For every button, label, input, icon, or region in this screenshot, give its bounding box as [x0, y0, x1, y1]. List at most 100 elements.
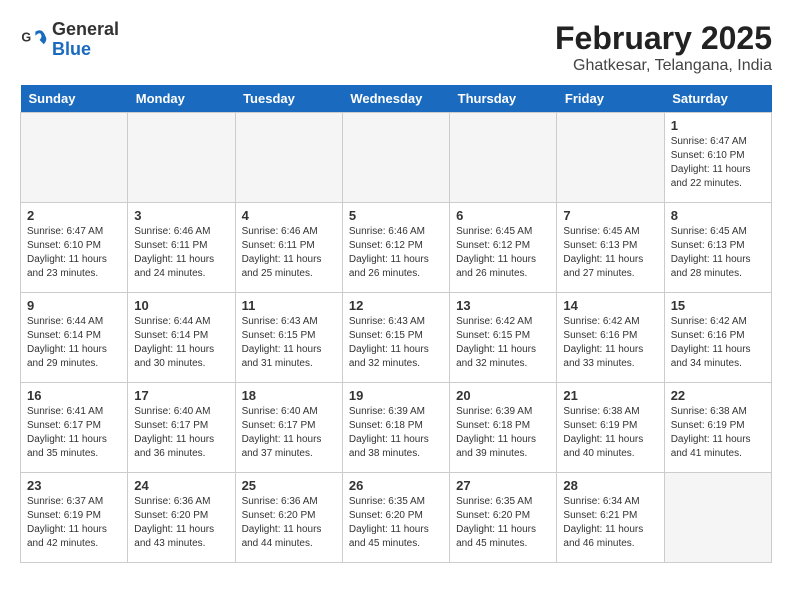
- logo-line1: General: [52, 20, 119, 40]
- day-number: 9: [27, 298, 121, 313]
- day-number: 3: [134, 208, 228, 223]
- day-number: 19: [349, 388, 443, 403]
- calendar-cell: [342, 113, 449, 203]
- cell-info: Sunrise: 6:46 AM Sunset: 6:11 PM Dayligh…: [242, 225, 336, 281]
- page-header: G General Blue February 2025 Ghatkesar, …: [20, 20, 772, 75]
- day-number: 15: [671, 298, 765, 313]
- day-number: 28: [563, 478, 657, 493]
- cell-info: Sunrise: 6:36 AM Sunset: 6:20 PM Dayligh…: [242, 495, 336, 551]
- calendar-cell: 18 Sunrise: 6:40 AM Sunset: 6:17 PM Dayl…: [235, 383, 342, 473]
- svg-text:G: G: [21, 30, 31, 44]
- column-header-monday: Monday: [128, 85, 235, 113]
- cell-info: Sunrise: 6:42 AM Sunset: 6:16 PM Dayligh…: [563, 315, 657, 371]
- calendar-cell: 3 Sunrise: 6:46 AM Sunset: 6:11 PM Dayli…: [128, 203, 235, 293]
- calendar-week-1: 1 Sunrise: 6:47 AM Sunset: 6:10 PM Dayli…: [21, 113, 772, 203]
- calendar-cell: [128, 113, 235, 203]
- calendar-cell: 17 Sunrise: 6:40 AM Sunset: 6:17 PM Dayl…: [128, 383, 235, 473]
- cell-info: Sunrise: 6:40 AM Sunset: 6:17 PM Dayligh…: [134, 405, 228, 461]
- logo: G General Blue: [20, 20, 119, 60]
- day-number: 1: [671, 118, 765, 133]
- cell-info: Sunrise: 6:40 AM Sunset: 6:17 PM Dayligh…: [242, 405, 336, 461]
- calendar-cell: 22 Sunrise: 6:38 AM Sunset: 6:19 PM Dayl…: [664, 383, 771, 473]
- calendar-cell: [450, 113, 557, 203]
- cell-info: Sunrise: 6:36 AM Sunset: 6:20 PM Dayligh…: [134, 495, 228, 551]
- calendar-cell: 24 Sunrise: 6:36 AM Sunset: 6:20 PM Dayl…: [128, 473, 235, 563]
- day-number: 22: [671, 388, 765, 403]
- column-header-friday: Friday: [557, 85, 664, 113]
- calendar-cell: 8 Sunrise: 6:45 AM Sunset: 6:13 PM Dayli…: [664, 203, 771, 293]
- day-number: 7: [563, 208, 657, 223]
- calendar-cell: 20 Sunrise: 6:39 AM Sunset: 6:18 PM Dayl…: [450, 383, 557, 473]
- calendar-cell: 15 Sunrise: 6:42 AM Sunset: 6:16 PM Dayl…: [664, 293, 771, 383]
- cell-info: Sunrise: 6:47 AM Sunset: 6:10 PM Dayligh…: [27, 225, 121, 281]
- cell-info: Sunrise: 6:43 AM Sunset: 6:15 PM Dayligh…: [349, 315, 443, 371]
- cell-info: Sunrise: 6:43 AM Sunset: 6:15 PM Dayligh…: [242, 315, 336, 371]
- calendar-body: 1 Sunrise: 6:47 AM Sunset: 6:10 PM Dayli…: [21, 113, 772, 563]
- cell-info: Sunrise: 6:44 AM Sunset: 6:14 PM Dayligh…: [27, 315, 121, 371]
- cell-info: Sunrise: 6:45 AM Sunset: 6:12 PM Dayligh…: [456, 225, 550, 281]
- calendar-cell: 14 Sunrise: 6:42 AM Sunset: 6:16 PM Dayl…: [557, 293, 664, 383]
- day-number: 27: [456, 478, 550, 493]
- day-number: 11: [242, 298, 336, 313]
- cell-info: Sunrise: 6:35 AM Sunset: 6:20 PM Dayligh…: [349, 495, 443, 551]
- cell-info: Sunrise: 6:45 AM Sunset: 6:13 PM Dayligh…: [671, 225, 765, 281]
- calendar-cell: 10 Sunrise: 6:44 AM Sunset: 6:14 PM Dayl…: [128, 293, 235, 383]
- day-number: 20: [456, 388, 550, 403]
- calendar-cell: 11 Sunrise: 6:43 AM Sunset: 6:15 PM Dayl…: [235, 293, 342, 383]
- column-header-thursday: Thursday: [450, 85, 557, 113]
- cell-info: Sunrise: 6:38 AM Sunset: 6:19 PM Dayligh…: [671, 405, 765, 461]
- day-number: 26: [349, 478, 443, 493]
- day-number: 10: [134, 298, 228, 313]
- day-number: 13: [456, 298, 550, 313]
- cell-info: Sunrise: 6:34 AM Sunset: 6:21 PM Dayligh…: [563, 495, 657, 551]
- month-title: February 2025: [555, 20, 772, 57]
- cell-info: Sunrise: 6:46 AM Sunset: 6:12 PM Dayligh…: [349, 225, 443, 281]
- calendar-header-row: SundayMondayTuesdayWednesdayThursdayFrid…: [21, 85, 772, 113]
- calendar-table: SundayMondayTuesdayWednesdayThursdayFrid…: [20, 85, 772, 563]
- calendar-cell: 25 Sunrise: 6:36 AM Sunset: 6:20 PM Dayl…: [235, 473, 342, 563]
- cell-info: Sunrise: 6:41 AM Sunset: 6:17 PM Dayligh…: [27, 405, 121, 461]
- calendar-cell: 2 Sunrise: 6:47 AM Sunset: 6:10 PM Dayli…: [21, 203, 128, 293]
- calendar-week-5: 23 Sunrise: 6:37 AM Sunset: 6:19 PM Dayl…: [21, 473, 772, 563]
- day-number: 24: [134, 478, 228, 493]
- calendar-week-4: 16 Sunrise: 6:41 AM Sunset: 6:17 PM Dayl…: [21, 383, 772, 473]
- day-number: 25: [242, 478, 336, 493]
- calendar-week-3: 9 Sunrise: 6:44 AM Sunset: 6:14 PM Dayli…: [21, 293, 772, 383]
- day-number: 17: [134, 388, 228, 403]
- calendar-cell: 27 Sunrise: 6:35 AM Sunset: 6:20 PM Dayl…: [450, 473, 557, 563]
- column-header-tuesday: Tuesday: [235, 85, 342, 113]
- cell-info: Sunrise: 6:45 AM Sunset: 6:13 PM Dayligh…: [563, 225, 657, 281]
- day-number: 14: [563, 298, 657, 313]
- calendar-cell: 26 Sunrise: 6:35 AM Sunset: 6:20 PM Dayl…: [342, 473, 449, 563]
- calendar-cell: 4 Sunrise: 6:46 AM Sunset: 6:11 PM Dayli…: [235, 203, 342, 293]
- column-header-saturday: Saturday: [664, 85, 771, 113]
- calendar-cell: 21 Sunrise: 6:38 AM Sunset: 6:19 PM Dayl…: [557, 383, 664, 473]
- calendar-cell: 28 Sunrise: 6:34 AM Sunset: 6:21 PM Dayl…: [557, 473, 664, 563]
- cell-info: Sunrise: 6:38 AM Sunset: 6:19 PM Dayligh…: [563, 405, 657, 461]
- calendar-cell: [557, 113, 664, 203]
- calendar-cell: [235, 113, 342, 203]
- calendar-week-2: 2 Sunrise: 6:47 AM Sunset: 6:10 PM Dayli…: [21, 203, 772, 293]
- cell-info: Sunrise: 6:42 AM Sunset: 6:15 PM Dayligh…: [456, 315, 550, 371]
- calendar-cell: 9 Sunrise: 6:44 AM Sunset: 6:14 PM Dayli…: [21, 293, 128, 383]
- day-number: 18: [242, 388, 336, 403]
- day-number: 4: [242, 208, 336, 223]
- calendar-cell: 16 Sunrise: 6:41 AM Sunset: 6:17 PM Dayl…: [21, 383, 128, 473]
- calendar-cell: 6 Sunrise: 6:45 AM Sunset: 6:12 PM Dayli…: [450, 203, 557, 293]
- calendar-cell: [664, 473, 771, 563]
- cell-info: Sunrise: 6:39 AM Sunset: 6:18 PM Dayligh…: [456, 405, 550, 461]
- column-header-sunday: Sunday: [21, 85, 128, 113]
- cell-info: Sunrise: 6:42 AM Sunset: 6:16 PM Dayligh…: [671, 315, 765, 371]
- day-number: 12: [349, 298, 443, 313]
- calendar-cell: 5 Sunrise: 6:46 AM Sunset: 6:12 PM Dayli…: [342, 203, 449, 293]
- cell-info: Sunrise: 6:47 AM Sunset: 6:10 PM Dayligh…: [671, 135, 765, 191]
- column-header-wednesday: Wednesday: [342, 85, 449, 113]
- location-title: Ghatkesar, Telangana, India: [555, 57, 772, 75]
- day-number: 2: [27, 208, 121, 223]
- cell-info: Sunrise: 6:39 AM Sunset: 6:18 PM Dayligh…: [349, 405, 443, 461]
- calendar-cell: 23 Sunrise: 6:37 AM Sunset: 6:19 PM Dayl…: [21, 473, 128, 563]
- calendar-cell: 13 Sunrise: 6:42 AM Sunset: 6:15 PM Dayl…: [450, 293, 557, 383]
- logo-icon: G: [20, 26, 48, 54]
- day-number: 8: [671, 208, 765, 223]
- title-area: February 2025 Ghatkesar, Telangana, Indi…: [555, 20, 772, 75]
